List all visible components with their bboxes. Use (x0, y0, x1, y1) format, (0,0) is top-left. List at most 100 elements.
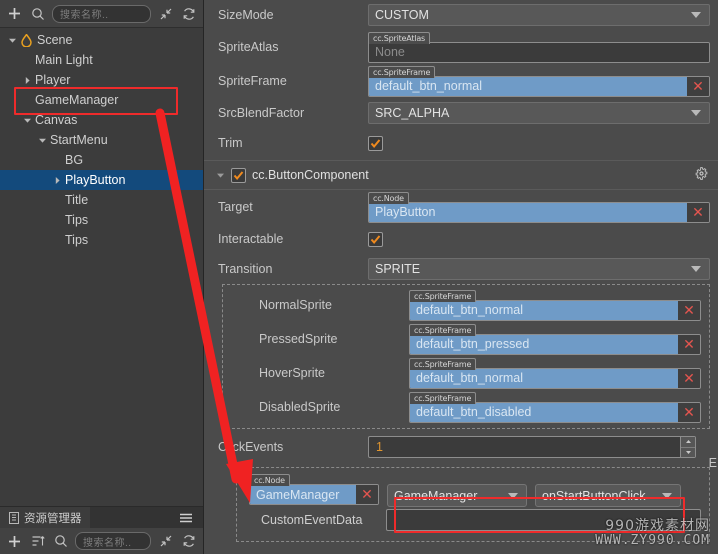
search-icon[interactable] (52, 533, 69, 550)
refresh-icon[interactable] (180, 533, 197, 550)
property-row-spriteframe: SpriteFrame cc.SpriteFrame default_btn_n… (204, 64, 718, 98)
spriteatlas-value[interactable]: None (369, 42, 709, 62)
event-component-dropdown[interactable]: GameManager (387, 484, 527, 507)
property-label: DisabledSprite (259, 400, 341, 414)
assets-tabbar: 资源管理器 (0, 506, 203, 528)
tree-item-scene[interactable]: Scene (0, 30, 203, 50)
plus-icon[interactable] (6, 5, 23, 22)
click-events-stepper[interactable] (680, 437, 695, 457)
close-icon[interactable]: ✕ (356, 485, 378, 504)
button-component-properties: Target cc.Node PlayButton ✕ Interactable… (204, 190, 718, 284)
pressedsprite-value[interactable]: default_btn_pressed (410, 334, 678, 354)
close-icon[interactable]: ✕ (687, 76, 709, 96)
expand-icon[interactable] (157, 533, 174, 550)
property-label: SizeMode (218, 8, 274, 22)
collapse-icon[interactable] (157, 5, 174, 22)
chevron-down-icon (508, 492, 518, 499)
click-event-entry-group: cc.Node GameManager ✕ GameManager onStar… (236, 467, 710, 542)
property-row-normalsprite: NormalSprite cc.SpriteFrame default_btn_… (223, 288, 709, 322)
srcblendfactor-dropdown[interactable]: SRC_ALPHA (368, 102, 710, 124)
tree-item-main-light[interactable]: Main Light (0, 50, 203, 70)
button-component-enabled-checkbox[interactable] (231, 167, 246, 183)
sprite-component-properties: SizeMode CUSTOM SpriteAtlas cc.SpriteAtl… (204, 0, 718, 158)
chevron-down-icon (691, 110, 701, 116)
sort-icon[interactable] (29, 533, 46, 550)
chevron-down-icon (662, 492, 672, 499)
chevron-down-icon[interactable] (36, 136, 49, 145)
hierarchy-search-input[interactable]: 搜索名称.. (52, 4, 151, 23)
tab-assets-panel[interactable]: 资源管理器 (0, 507, 90, 528)
chevron-right-icon[interactable] (21, 76, 34, 85)
tree-item-bg[interactable]: BG (0, 150, 203, 170)
tree-item-title[interactable]: Title (0, 190, 203, 210)
disabledsprite-value[interactable]: default_btn_disabled (410, 402, 678, 422)
spriteframe-value[interactable]: default_btn_normal (369, 76, 687, 96)
target-type-tag: cc.Node (368, 191, 409, 204)
custom-event-data-input[interactable] (386, 509, 701, 531)
close-icon[interactable]: ✕ (687, 202, 709, 222)
tree-item-label: Scene (37, 33, 73, 47)
plus-icon[interactable] (6, 533, 23, 550)
tree-item-tips[interactable]: Tips (0, 230, 203, 250)
click-events-count-input[interactable]: 1 (368, 436, 696, 458)
property-row-srcblendfactor: SrcBlendFactor SRC_ALPHA (204, 98, 718, 128)
button-component-header[interactable]: cc.ButtonComponent (204, 161, 718, 189)
tree-item-tips[interactable]: Tips (0, 210, 203, 230)
hamburger-menu-icon[interactable] (177, 509, 194, 526)
tree-item-label: BG (65, 153, 84, 167)
property-label: Interactable (218, 232, 284, 246)
event-node-type-tag: cc.Node (249, 474, 290, 486)
search-icon[interactable] (29, 5, 46, 22)
tree-item-canvas[interactable]: Canvas (0, 110, 203, 130)
click-events-row: ClickEvents 1 (204, 431, 718, 463)
assets-search-input[interactable]: 搜索名称.. (75, 532, 151, 550)
normalsprite-type-tag: cc.SpriteFrame (409, 289, 477, 302)
interactable-checkbox[interactable] (368, 231, 383, 247)
gear-icon[interactable] (695, 167, 708, 183)
scene-flame-icon (19, 33, 33, 47)
chevron-down-icon[interactable] (21, 116, 34, 125)
tree-item-label: Title (65, 193, 89, 207)
event-handler-dropdown[interactable]: onStartButtonClick (535, 484, 681, 507)
property-row-interactable: Interactable (204, 224, 718, 254)
tree-item-label: GameManager (35, 93, 119, 107)
tree-item-playbutton[interactable]: PlayButton (0, 170, 203, 190)
spriteatlas-type-tag: cc.SpriteAtlas (368, 31, 431, 44)
event-node-value[interactable]: GameManager (250, 485, 356, 504)
stepper-up-icon[interactable] (681, 437, 695, 448)
property-label: NormalSprite (259, 298, 332, 312)
hoversprite-value[interactable]: default_btn_normal (410, 368, 678, 388)
chevron-right-icon[interactable] (51, 176, 64, 185)
hierarchy-toolbar: 搜索名称.. (0, 0, 203, 28)
property-label: SrcBlendFactor (218, 106, 305, 120)
tree-item-label: Tips (65, 213, 89, 227)
spriteframe-type-tag: cc.SpriteFrame (368, 65, 436, 78)
transition-value: SPRITE (375, 262, 421, 276)
property-row-spriteatlas: SpriteAtlas cc.SpriteAtlas None (204, 30, 718, 64)
property-row-hoversprite: HoverSprite cc.SpriteFrame default_btn_n… (223, 356, 709, 390)
tree-item-startmenu[interactable]: StartMenu (0, 130, 203, 150)
target-value[interactable]: PlayButton (369, 202, 687, 222)
close-icon[interactable]: ✕ (678, 368, 700, 388)
tab-assets-label: 资源管理器 (24, 512, 82, 525)
sizemode-value: CUSTOM (375, 8, 429, 22)
close-icon[interactable]: ✕ (678, 402, 700, 422)
tree-item-gamemanager[interactable]: GameManager (0, 90, 203, 110)
transition-dropdown[interactable]: SPRITE (368, 258, 710, 280)
scene-tree[interactable]: Scene Main Light Player GameManager Canvas St… (0, 28, 203, 498)
srcblendfactor-value: SRC_ALPHA (375, 106, 450, 120)
close-icon[interactable]: ✕ (678, 334, 700, 354)
close-icon[interactable]: ✕ (678, 300, 700, 320)
stepper-down-icon[interactable] (681, 448, 695, 458)
chevron-down-icon[interactable] (216, 171, 225, 180)
refresh-icon[interactable] (180, 5, 197, 22)
normalsprite-value[interactable]: default_btn_normal (410, 300, 678, 320)
event-node-field[interactable]: cc.Node GameManager ✕ (249, 474, 379, 505)
property-label: SpriteFrame (218, 74, 287, 88)
sizemode-dropdown[interactable]: CUSTOM (368, 4, 710, 26)
hierarchy-search-placeholder: 搜索名称.. (60, 10, 109, 21)
chevron-down-icon[interactable] (6, 36, 19, 45)
trim-checkbox[interactable] (368, 135, 383, 151)
tree-item-player[interactable]: Player (0, 70, 203, 90)
property-label: SpriteAtlas (218, 40, 279, 54)
